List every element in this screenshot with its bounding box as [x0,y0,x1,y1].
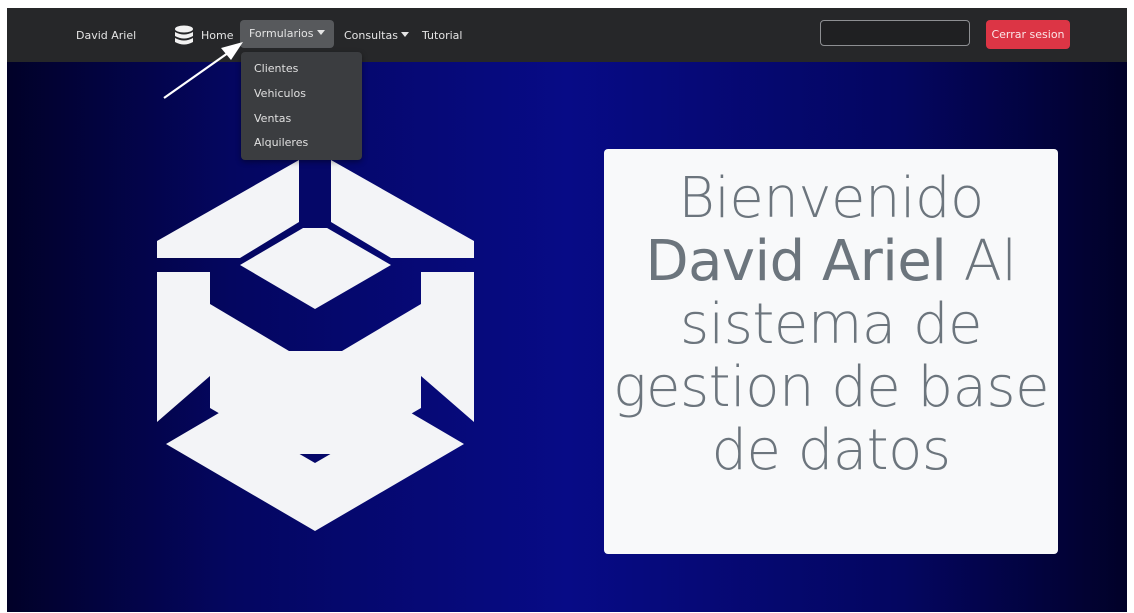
dropdown-item-alquileres[interactable]: Alquileres [254,136,308,150]
search-input[interactable] [820,20,970,46]
arrow-annotation-icon [163,42,243,99]
caret-down-icon [400,32,409,37]
nav-consultas-label: Consultas [344,29,398,42]
logout-button[interactable]: Cerrar sesion [986,20,1070,49]
nav-consultas-dropdown-toggle[interactable]: Consultas [344,29,409,43]
nav-tutorial[interactable]: Tutorial [422,29,462,43]
user-name: David Ariel [645,229,947,294]
welcome-card: Bienvenido David Ariel Al sistema de ges… [604,149,1058,554]
hexagon-cube-logo-icon [157,154,474,531]
welcome-message: Bienvenido David Ariel Al sistema de ges… [612,166,1050,483]
app-stage: David Ariel Home Formularios Consultas T… [7,8,1127,612]
caret-down-icon [316,30,325,35]
